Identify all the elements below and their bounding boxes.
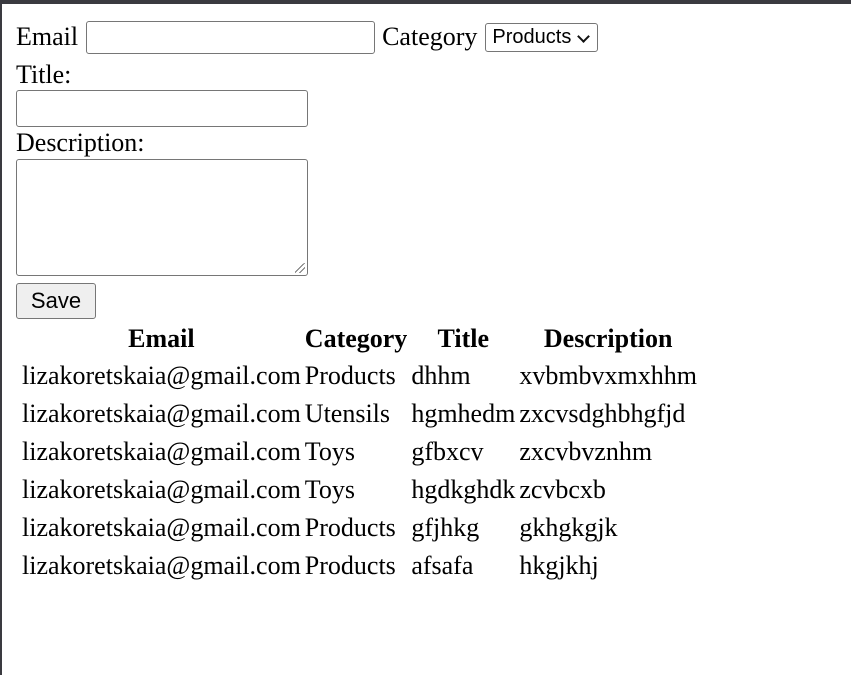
resize-grip-icon[interactable] (295, 263, 305, 273)
table-row: lizakoretskaia@gmail.com Toys hgdkghdk z… (22, 472, 697, 508)
cell-email: lizakoretskaia@gmail.com (22, 437, 301, 466)
header-title: Title (437, 324, 490, 353)
title-input[interactable] (16, 90, 308, 127)
email-category-row: Email Category Products (16, 18, 599, 56)
entry-form: Email Category Products Title: Descripti… (16, 18, 599, 319)
table-row: lizakoretskaia@gmail.com Products gfjhkg… (22, 510, 697, 546)
description-textarea[interactable] (16, 159, 308, 276)
cell-category: Toys (304, 475, 355, 504)
cell-title: gfjhkg (411, 513, 480, 542)
table-row: lizakoretskaia@gmail.com Toys gfbxcv zxc… (22, 434, 697, 470)
chevron-down-icon (577, 29, 591, 43)
cell-title: gfbxcv (411, 437, 484, 466)
email-input[interactable] (86, 20, 376, 54)
table-row: lizakoretskaia@gmail.com Products afsafa… (22, 548, 697, 584)
table-header-row: Email Category Title Description (22, 322, 697, 356)
cell-description: xvbmbvxmxhhm (519, 361, 697, 390)
cell-title: afsafa (411, 551, 474, 580)
category-label: Category (382, 22, 478, 51)
header-category: Category (304, 324, 408, 353)
cell-category: Toys (304, 437, 355, 466)
email-label: Email (16, 22, 79, 51)
cell-category: Products (304, 513, 396, 542)
cell-email: lizakoretskaia@gmail.com (22, 513, 301, 542)
description-label: Description: (16, 128, 145, 157)
cell-email: lizakoretskaia@gmail.com (22, 475, 301, 504)
cell-email: lizakoretskaia@gmail.com (22, 551, 301, 580)
cell-category: Products (304, 361, 396, 390)
cell-email: lizakoretskaia@gmail.com (22, 399, 301, 428)
cell-description: zxcvbvznhm (519, 437, 653, 466)
table-row: lizakoretskaia@gmail.com Utensils hgmhed… (22, 396, 697, 432)
cell-category: Utensils (304, 399, 391, 428)
cell-description: zxcvsdghbhgfjd (519, 399, 686, 428)
entries-table: Email Category Title Description lizakor… (18, 320, 701, 586)
cell-description: gkhgkgjk (519, 513, 618, 542)
title-label: Title: (16, 60, 72, 89)
category-select-value: Products (492, 25, 572, 48)
cell-email: lizakoretskaia@gmail.com (22, 361, 301, 390)
cell-title: dhhm (411, 361, 471, 390)
table-row: lizakoretskaia@gmail.com Products dhhm x… (22, 358, 697, 394)
category-select[interactable]: Products (485, 22, 599, 52)
save-button[interactable]: Save (16, 283, 96, 319)
header-email: Email (128, 324, 195, 353)
cell-title: hgdkghdk (411, 475, 516, 504)
cell-title: hgmhedm (411, 399, 516, 428)
page: Email Category Products Title: Descripti… (0, 0, 851, 675)
cell-category: Products (304, 551, 396, 580)
cell-description: zcvbcxb (519, 475, 606, 504)
header-description: Description (543, 324, 673, 353)
cell-description: hkgjkhj (519, 551, 599, 580)
